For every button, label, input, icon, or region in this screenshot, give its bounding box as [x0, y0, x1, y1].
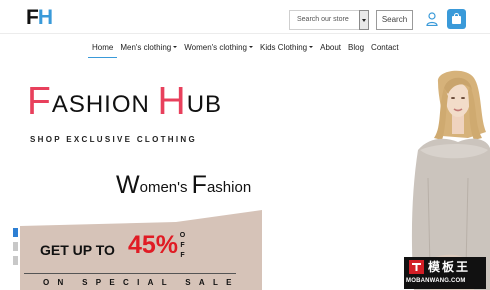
promo-percent: 45% — [128, 231, 179, 259]
user-icon[interactable] — [426, 12, 438, 26]
nav-item-blog[interactable]: Blog — [348, 42, 364, 58]
main-nav: Home Men's clothing Women's clothing Kid… — [88, 42, 406, 58]
watermark-logo-icon — [409, 260, 424, 274]
watermark-badge: 模板王 MOBANWANG.COM — [404, 257, 486, 289]
subtitle-initial-w: W — [116, 171, 140, 199]
promo-off-label: O F F — [178, 231, 187, 261]
search-input[interactable]: Search our store — [289, 10, 359, 30]
nav-item-home[interactable]: Home — [88, 42, 118, 58]
promo-text: GET UP TO — [40, 242, 115, 258]
caret-down-icon — [248, 46, 253, 48]
hero-slider[interactable]: FASHION HUB SHOP EXCLUSIVE CLOTHING Wome… — [0, 60, 490, 290]
watermark-text: 模板王 — [428, 260, 471, 274]
nav-item-kids-clothing[interactable]: Kids Clothing — [259, 42, 314, 58]
hero-title: FASHION HUB — [27, 82, 223, 121]
logo-letter-h: H — [37, 6, 53, 29]
off-letter: O — [179, 232, 186, 239]
search-category-select[interactable] — [359, 10, 369, 30]
cart-button[interactable] — [447, 9, 466, 29]
nav-item-label: About — [320, 43, 342, 52]
off-letter: F — [180, 242, 185, 249]
logo-letter-f: F — [26, 6, 39, 29]
title-initial-f: F — [27, 80, 52, 123]
nav-item-womens-clothing[interactable]: Women's clothing — [184, 42, 253, 58]
site-header: FH Search our store Search — [0, 0, 490, 34]
nav-item-label: Women's clothing — [184, 43, 247, 52]
subtitle-initial-f: F — [191, 171, 207, 199]
slider-indicators — [13, 228, 18, 270]
nav-item-label: Kids Clothing — [259, 43, 308, 52]
title-initial-h: H — [157, 80, 187, 123]
promo-divider — [24, 273, 236, 274]
nav-item-label: Home — [92, 43, 114, 52]
watermark-url: MOBANWANG.COM — [406, 278, 466, 284]
nav-item-label: Contact — [371, 43, 399, 52]
nav-item-label: Blog — [348, 43, 365, 52]
hero-tagline: SHOP EXCLUSIVE CLOTHING — [30, 135, 197, 144]
off-letter: F — [180, 252, 185, 259]
caret-down-icon — [173, 46, 178, 48]
nav-item-contact[interactable]: Contact — [371, 42, 399, 58]
shopping-bag-icon — [452, 16, 461, 24]
slider-dot-1[interactable] — [13, 228, 18, 237]
promo-special-sale: ON SPECIAL SALE — [43, 278, 240, 287]
site-logo[interactable]: FH — [26, 6, 53, 30]
subtitle-rest-omens: omen's — [139, 179, 188, 196]
title-rest-ashion: ASHION — [51, 91, 150, 118]
slider-dot-2[interactable] — [13, 242, 18, 251]
hero-subtitle: Women's Fashion — [116, 171, 252, 199]
slider-dot-3[interactable] — [13, 256, 18, 265]
nav-item-label: Men's clothing — [120, 43, 172, 52]
title-rest-ub: UB — [186, 91, 223, 118]
subtitle-rest-ashion: ashion — [206, 179, 252, 196]
search-button[interactable]: Search — [376, 10, 413, 30]
caret-down-icon — [309, 46, 314, 48]
nav-item-mens-clothing[interactable]: Men's clothing — [120, 42, 178, 58]
nav-item-about[interactable]: About — [320, 42, 341, 58]
